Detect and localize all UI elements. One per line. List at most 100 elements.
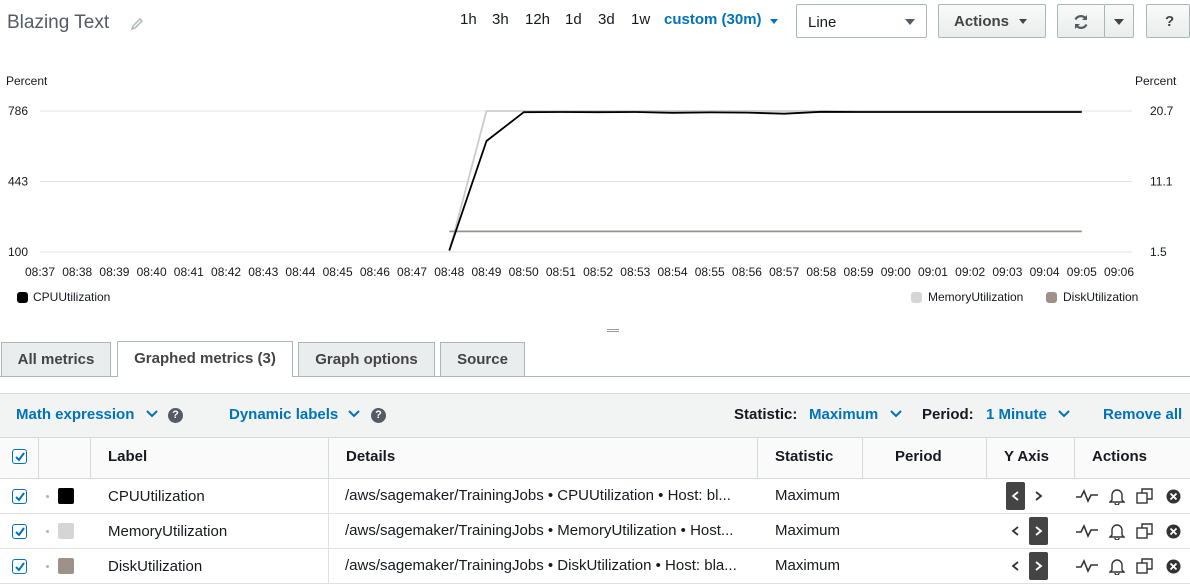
- chevron-right-icon: [1035, 561, 1043, 571]
- row-checkbox[interactable]: [12, 559, 27, 574]
- tab-graph-options[interactable]: Graph options: [298, 342, 435, 376]
- refresh-options-button[interactable]: [1104, 4, 1134, 38]
- legend-memory-label[interactable]: MemoryUtilization: [928, 290, 1023, 304]
- resize-handle[interactable]: [607, 329, 619, 332]
- column-separator: [757, 437, 758, 479]
- range-3h[interactable]: 3h: [492, 11, 509, 28]
- column-header-label[interactable]: Label: [108, 448, 147, 465]
- series-color-swatch[interactable]: [58, 558, 74, 574]
- column-header-yaxis[interactable]: Y Axis: [1004, 448, 1049, 465]
- column-separator: [328, 549, 329, 584]
- chevron-right-icon: [1035, 491, 1043, 501]
- actions-button[interactable]: Actions: [938, 4, 1046, 38]
- yaxis-right-button[interactable]: [1029, 517, 1048, 545]
- math-expression-dropdown[interactable]: Math expression: [16, 406, 134, 423]
- series-color-swatch[interactable]: [58, 488, 74, 504]
- bell-alarm-icon[interactable]: [1109, 487, 1125, 505]
- column-header-details[interactable]: Details: [346, 448, 395, 465]
- x-axis-tick: 08:51: [546, 265, 576, 279]
- x-axis-tick: 08:48: [434, 265, 464, 279]
- graph-type-value: Line: [808, 14, 837, 31]
- column-separator: [90, 437, 91, 479]
- yaxis-right-button[interactable]: [1029, 482, 1048, 510]
- remove-circle-icon[interactable]: [1166, 559, 1181, 574]
- row-statistic[interactable]: Maximum: [775, 487, 840, 504]
- row-label[interactable]: DiskUtilization: [108, 558, 202, 575]
- range-1w[interactable]: 1w: [631, 11, 650, 28]
- range-3d[interactable]: 3d: [598, 11, 615, 28]
- x-axis-tick: 08:52: [583, 265, 613, 279]
- drag-handle-icon[interactable]: [46, 565, 49, 568]
- refresh-button[interactable]: [1057, 4, 1105, 38]
- x-axis-tick: 08:39: [99, 265, 129, 279]
- chevron-down-icon: [890, 410, 902, 418]
- graph-this-metric-icon[interactable]: [1075, 489, 1099, 503]
- x-axis-tick: 08:37: [25, 265, 55, 279]
- drag-handle-icon[interactable]: [46, 495, 49, 498]
- remove-circle-icon[interactable]: [1166, 489, 1181, 504]
- row-statistic[interactable]: Maximum: [775, 557, 840, 574]
- column-header-statistic[interactable]: Statistic: [775, 448, 833, 465]
- left-axis-tick: 786: [8, 104, 28, 118]
- row-label[interactable]: MemoryUtilization: [108, 523, 227, 540]
- dynamic-labels-help-icon[interactable]: ?: [371, 408, 386, 423]
- duplicate-icon[interactable]: [1136, 558, 1154, 575]
- yaxis-left-button[interactable]: [1006, 552, 1025, 580]
- tab-source[interactable]: Source: [440, 342, 525, 376]
- chevron-down-icon: [905, 19, 915, 25]
- metrics-line-chart: 786 443 100 20.7 11.1 1.5 08:37 08:38 08:39 08:40…: [8, 104, 1174, 279]
- x-axis-tick: 08:55: [695, 265, 725, 279]
- right-axis-tick: 20.7: [1150, 104, 1174, 118]
- graph-this-metric-icon[interactable]: [1075, 559, 1099, 573]
- left-axis-tick: 100: [8, 245, 28, 259]
- legend-swatch-memory: [911, 292, 922, 303]
- right-axis-unit: Percent: [1135, 74, 1177, 88]
- tab-all-metrics[interactable]: All metrics: [1, 342, 111, 376]
- row-checkbox[interactable]: [12, 489, 27, 504]
- refresh-icon: [1074, 15, 1088, 29]
- table-row: MemoryUtilization /aws/sagemaker/Trainin…: [0, 514, 1190, 549]
- x-axis-tick: 08:38: [62, 265, 92, 279]
- x-axis-tick: 09:00: [881, 265, 911, 279]
- remove-all-link[interactable]: Remove all: [1103, 406, 1182, 423]
- range-1d[interactable]: 1d: [565, 11, 582, 28]
- math-help-icon[interactable]: ?: [168, 408, 183, 423]
- statistic-dropdown[interactable]: Maximum: [809, 406, 878, 423]
- yaxis-right-button[interactable]: [1029, 552, 1048, 580]
- legend-disk-label[interactable]: DiskUtilization: [1063, 290, 1138, 304]
- graph-this-metric-icon[interactable]: [1075, 524, 1099, 538]
- x-axis-tick: 08:57: [769, 265, 799, 279]
- column-separator: [328, 479, 329, 514]
- row-statistic[interactable]: Maximum: [775, 522, 840, 539]
- range-custom[interactable]: custom (30m): [664, 11, 762, 28]
- row-checkbox[interactable]: [12, 524, 27, 539]
- bell-alarm-icon[interactable]: [1109, 557, 1125, 575]
- range-1h[interactable]: 1h: [460, 11, 477, 28]
- yaxis-left-button[interactable]: [1006, 482, 1025, 510]
- column-header-actions[interactable]: Actions: [1092, 448, 1147, 465]
- left-axis-tick: 443: [8, 175, 28, 189]
- tab-graphed-metrics[interactable]: Graphed metrics (3): [117, 341, 293, 377]
- yaxis-left-button[interactable]: [1006, 517, 1025, 545]
- column-header-period[interactable]: Period: [895, 448, 942, 465]
- series-color-swatch[interactable]: [58, 523, 74, 539]
- remove-circle-icon[interactable]: [1166, 524, 1181, 539]
- chevron-left-icon: [1011, 491, 1019, 501]
- chevron-left-icon: [1011, 561, 1019, 571]
- legend-cpu-label[interactable]: CPUUtilization: [33, 290, 110, 304]
- bell-alarm-icon[interactable]: [1109, 522, 1125, 540]
- help-button[interactable]: ?: [1146, 4, 1190, 38]
- column-separator: [1074, 437, 1075, 479]
- chevron-left-icon: [1011, 526, 1019, 536]
- duplicate-icon[interactable]: [1136, 523, 1154, 540]
- drag-handle-icon[interactable]: [46, 530, 49, 533]
- select-all-checkbox[interactable]: [12, 449, 27, 464]
- period-dropdown[interactable]: 1 Minute: [986, 406, 1047, 423]
- x-axis-tick: 08:46: [360, 265, 390, 279]
- row-label[interactable]: CPUUtilization: [108, 488, 205, 505]
- edit-pencil-icon[interactable]: [130, 17, 144, 31]
- range-12h[interactable]: 12h: [525, 11, 550, 28]
- duplicate-icon[interactable]: [1136, 488, 1154, 505]
- graph-type-select[interactable]: Line: [796, 4, 927, 38]
- dynamic-labels-dropdown[interactable]: Dynamic labels: [229, 406, 338, 423]
